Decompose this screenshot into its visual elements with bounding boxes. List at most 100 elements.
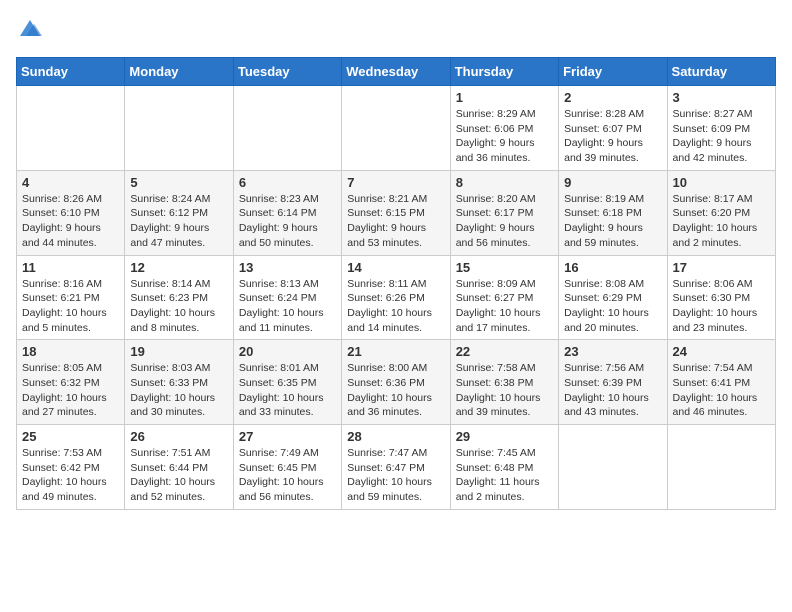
day-info: Sunrise: 8:17 AM Sunset: 6:20 PM Dayligh…	[673, 192, 770, 251]
logo	[16, 16, 42, 45]
logo-text	[16, 16, 42, 45]
day-info: Sunrise: 8:11 AM Sunset: 6:26 PM Dayligh…	[347, 277, 444, 336]
day-number: 18	[22, 344, 119, 359]
day-number: 28	[347, 429, 444, 444]
calendar-cell: 16 Sunrise: 8:08 AM Sunset: 6:29 PM Dayli…	[559, 255, 667, 340]
day-info: Sunrise: 8:03 AM Sunset: 6:33 PM Dayligh…	[130, 361, 227, 420]
calendar-cell: 25Sunrise: 7:53 AM Sunset: 6:42 PM Dayli…	[17, 425, 125, 510]
calendar-cell: 28 Sunrise: 7:47 AM Sunset: 6:47 PM Dayli…	[342, 425, 450, 510]
day-number: 2	[564, 90, 661, 105]
day-info: Sunrise: 8:27 AM Sunset: 6:09 PM Dayligh…	[673, 107, 770, 166]
day-info: Sunrise: 8:08 AM Sunset: 6:29 PM Dayligh…	[564, 277, 661, 336]
weekday-header-thursday: Thursday	[450, 58, 558, 86]
calendar-cell: 13Sunrise: 8:13 AM Sunset: 6:24 PM Dayli…	[233, 255, 341, 340]
weekday-header-friday: Friday	[559, 58, 667, 86]
calendar-week-row: 1Sunrise: 8:29 AM Sunset: 6:06 PM Daylig…	[17, 86, 776, 171]
calendar-cell: 18 Sunrise: 8:05 AM Sunset: 6:32 PM Dayli…	[17, 340, 125, 425]
page-header	[16, 16, 776, 45]
day-info: Sunrise: 8:16 AM Sunset: 6:21 PM Dayligh…	[22, 277, 119, 336]
day-number: 20	[239, 344, 336, 359]
calendar-cell	[233, 86, 341, 171]
calendar-cell	[17, 86, 125, 171]
day-number: 27	[239, 429, 336, 444]
day-number: 21	[347, 344, 444, 359]
weekday-header-wednesday: Wednesday	[342, 58, 450, 86]
calendar-cell: 20 Sunrise: 8:01 AM Sunset: 6:35 PM Dayli…	[233, 340, 341, 425]
day-number: 23	[564, 344, 661, 359]
calendar-cell: 5 Sunrise: 8:24 AM Sunset: 6:12 PM Daylig…	[125, 170, 233, 255]
calendar-week-row: 25Sunrise: 7:53 AM Sunset: 6:42 PM Dayli…	[17, 425, 776, 510]
day-number: 12	[130, 260, 227, 275]
calendar-cell: 11 Sunrise: 8:16 AM Sunset: 6:21 PM Dayli…	[17, 255, 125, 340]
day-info: Sunrise: 8:19 AM Sunset: 6:18 PM Dayligh…	[564, 192, 661, 251]
calendar-week-row: 18 Sunrise: 8:05 AM Sunset: 6:32 PM Dayli…	[17, 340, 776, 425]
calendar-cell: 4 Sunrise: 8:26 AM Sunset: 6:10 PM Daylig…	[17, 170, 125, 255]
day-info: Sunrise: 8:14 AM Sunset: 6:23 PM Dayligh…	[130, 277, 227, 336]
weekday-header-saturday: Saturday	[667, 58, 775, 86]
calendar-cell	[559, 425, 667, 510]
day-number: 26	[130, 429, 227, 444]
day-info: Sunrise: 7:45 AM Sunset: 6:48 PM Dayligh…	[456, 446, 553, 505]
day-info: Sunrise: 8:01 AM Sunset: 6:35 PM Dayligh…	[239, 361, 336, 420]
calendar-cell: 15 Sunrise: 8:09 AM Sunset: 6:27 PM Dayli…	[450, 255, 558, 340]
day-info: Sunrise: 8:00 AM Sunset: 6:36 PM Dayligh…	[347, 361, 444, 420]
day-number: 24	[673, 344, 770, 359]
calendar-week-row: 4 Sunrise: 8:26 AM Sunset: 6:10 PM Daylig…	[17, 170, 776, 255]
day-number: 25	[22, 429, 119, 444]
calendar-cell: 24 Sunrise: 7:54 AM Sunset: 6:41 PM Dayli…	[667, 340, 775, 425]
day-number: 8	[456, 175, 553, 190]
day-info: Sunrise: 8:20 AM Sunset: 6:17 PM Dayligh…	[456, 192, 553, 251]
calendar-cell: 8 Sunrise: 8:20 AM Sunset: 6:17 PM Daylig…	[450, 170, 558, 255]
day-number: 7	[347, 175, 444, 190]
calendar-cell: 26Sunrise: 7:51 AM Sunset: 6:44 PM Dayli…	[125, 425, 233, 510]
weekday-header-sunday: Sunday	[17, 58, 125, 86]
calendar-cell: 12 Sunrise: 8:14 AM Sunset: 6:23 PM Dayli…	[125, 255, 233, 340]
calendar-cell: 3Sunrise: 8:27 AM Sunset: 6:09 PM Daylig…	[667, 86, 775, 171]
weekday-header-tuesday: Tuesday	[233, 58, 341, 86]
calendar-cell: 14 Sunrise: 8:11 AM Sunset: 6:26 PM Dayli…	[342, 255, 450, 340]
calendar-cell: 22Sunrise: 7:58 AM Sunset: 6:38 PM Dayli…	[450, 340, 558, 425]
day-info: Sunrise: 8:23 AM Sunset: 6:14 PM Dayligh…	[239, 192, 336, 251]
calendar-cell: 7 Sunrise: 8:21 AM Sunset: 6:15 PM Daylig…	[342, 170, 450, 255]
day-number: 4	[22, 175, 119, 190]
day-info: Sunrise: 8:26 AM Sunset: 6:10 PM Dayligh…	[22, 192, 119, 251]
calendar-cell: 10 Sunrise: 8:17 AM Sunset: 6:20 PM Dayli…	[667, 170, 775, 255]
day-info: Sunrise: 8:06 AM Sunset: 6:30 PM Dayligh…	[673, 277, 770, 336]
calendar-cell: 21 Sunrise: 8:00 AM Sunset: 6:36 PM Dayli…	[342, 340, 450, 425]
day-info: Sunrise: 8:09 AM Sunset: 6:27 PM Dayligh…	[456, 277, 553, 336]
day-info: Sunrise: 7:56 AM Sunset: 6:39 PM Dayligh…	[564, 361, 661, 420]
day-info: Sunrise: 8:21 AM Sunset: 6:15 PM Dayligh…	[347, 192, 444, 251]
day-number: 5	[130, 175, 227, 190]
weekday-header-monday: Monday	[125, 58, 233, 86]
day-number: 6	[239, 175, 336, 190]
day-number: 16	[564, 260, 661, 275]
day-number: 15	[456, 260, 553, 275]
calendar-cell: 1Sunrise: 8:29 AM Sunset: 6:06 PM Daylig…	[450, 86, 558, 171]
day-number: 29	[456, 429, 553, 444]
day-number: 19	[130, 344, 227, 359]
day-number: 9	[564, 175, 661, 190]
calendar-cell	[667, 425, 775, 510]
day-number: 22	[456, 344, 553, 359]
calendar-cell: 19 Sunrise: 8:03 AM Sunset: 6:33 PM Dayli…	[125, 340, 233, 425]
calendar-cell: 23 Sunrise: 7:56 AM Sunset: 6:39 PM Dayli…	[559, 340, 667, 425]
calendar-cell: 29 Sunrise: 7:45 AM Sunset: 6:48 PM Dayli…	[450, 425, 558, 510]
calendar-cell	[125, 86, 233, 171]
day-number: 11	[22, 260, 119, 275]
logo-icon	[18, 16, 42, 40]
day-number: 14	[347, 260, 444, 275]
day-number: 10	[673, 175, 770, 190]
day-info: Sunrise: 7:49 AM Sunset: 6:45 PM Dayligh…	[239, 446, 336, 505]
calendar-cell: 6 Sunrise: 8:23 AM Sunset: 6:14 PM Daylig…	[233, 170, 341, 255]
day-info: Sunrise: 7:47 AM Sunset: 6:47 PM Dayligh…	[347, 446, 444, 505]
weekday-header-row: SundayMondayTuesdayWednesdayThursdayFrid…	[17, 58, 776, 86]
calendar-week-row: 11 Sunrise: 8:16 AM Sunset: 6:21 PM Dayli…	[17, 255, 776, 340]
calendar-cell: 27 Sunrise: 7:49 AM Sunset: 6:45 PM Dayli…	[233, 425, 341, 510]
day-info: Sunrise: 8:05 AM Sunset: 6:32 PM Dayligh…	[22, 361, 119, 420]
day-info: Sunrise: 7:54 AM Sunset: 6:41 PM Dayligh…	[673, 361, 770, 420]
calendar-table: SundayMondayTuesdayWednesdayThursdayFrid…	[16, 57, 776, 510]
calendar-cell: 2Sunrise: 8:28 AM Sunset: 6:07 PM Daylig…	[559, 86, 667, 171]
day-info: Sunrise: 8:24 AM Sunset: 6:12 PM Dayligh…	[130, 192, 227, 251]
day-info: Sunrise: 8:29 AM Sunset: 6:06 PM Dayligh…	[456, 107, 553, 166]
day-number: 13	[239, 260, 336, 275]
